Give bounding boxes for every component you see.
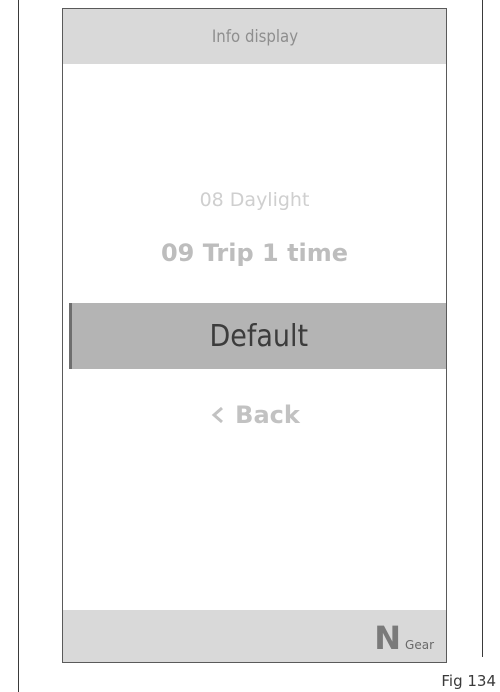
display-footer: N Gear — [63, 610, 446, 662]
gear-label: Gear — [405, 638, 434, 652]
menu-item-trip-1-time[interactable]: 09 Trip 1 time — [63, 239, 446, 267]
page-border-left — [18, 0, 19, 692]
back-button[interactable]: Back — [63, 401, 446, 429]
figure-label: Fig 134 — [441, 672, 496, 690]
menu-item-daylight[interactable]: 08 Daylight — [63, 189, 446, 211]
chevron-left-icon — [211, 406, 224, 424]
page-border-right — [482, 0, 483, 657]
gear-indicator: N Gear — [374, 622, 434, 654]
selected-item-label: Default — [209, 318, 309, 354]
display-title: Info display — [211, 26, 298, 47]
back-label: Back — [235, 401, 300, 429]
display-screen: Info display 08 Daylight 09 Trip 1 time … — [62, 8, 447, 663]
display-header: Info display — [63, 9, 446, 64]
menu-item-label: 08 Daylight — [199, 189, 310, 211]
menu-item-label: 09 Trip 1 time — [160, 239, 349, 267]
gear-value: N — [374, 619, 402, 657]
menu-item-default-selected[interactable]: Default — [69, 303, 446, 369]
